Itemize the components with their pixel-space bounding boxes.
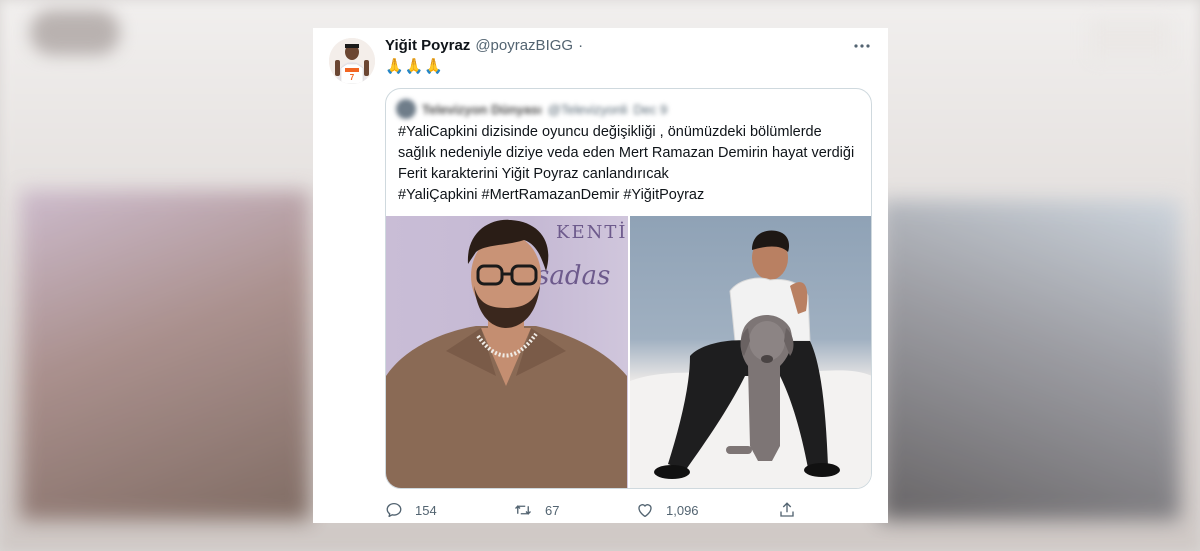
photo-right[interactable]	[629, 216, 871, 488]
more-horizontal-icon[interactable]	[852, 36, 872, 56]
quoted-author-name: Televizyon Dünyası	[422, 101, 542, 117]
reply-icon	[386, 502, 402, 518]
quoted-line-1: #YaliCapkini dizisinde oyuncu değişikliğ…	[398, 124, 822, 140]
tweet-text: 🙏🙏🙏	[385, 58, 445, 75]
reply-button[interactable]: 154	[385, 501, 437, 519]
retweet-icon	[515, 505, 531, 515]
action-bar: 154 67 1,096	[385, 500, 805, 520]
reply-count: 154	[415, 502, 437, 518]
retweet-button[interactable]: 67	[513, 501, 559, 519]
quoted-tweet-header: Televizyon Dünyası @Televizyonli Dec 9	[396, 99, 667, 119]
quoted-line-3: Ferit karakterini Yiğit Poyraz canlandır…	[398, 166, 669, 182]
like-button[interactable]: 1,096	[636, 501, 699, 519]
background-blur-left	[20, 190, 310, 520]
tweet-card[interactable]: 7 Yiğit Poyraz @poyrazBIGG · 🙏🙏🙏 Televiz…	[313, 28, 888, 523]
background-blur-top-right	[1090, 20, 1170, 60]
tweet-header: Yiğit Poyraz @poyrazBIGG ·	[385, 36, 583, 56]
quoted-avatar	[396, 99, 416, 119]
portrait-left-illustration	[386, 219, 627, 488]
background-blur-top-left	[30, 10, 120, 55]
display-name[interactable]: Yiğit Poyraz	[385, 36, 470, 56]
retweet-count: 67	[545, 502, 560, 518]
separator-dot: ·	[578, 37, 584, 54]
share-button[interactable]	[778, 501, 796, 519]
avatar-image: 7	[329, 38, 375, 84]
quoted-tweet-text: #YaliCapkini dizisinde oyuncu değişikliğ…	[398, 122, 863, 206]
quoted-tweet[interactable]: Televizyon Dünyası @Televizyonli Dec 9 #…	[385, 88, 872, 489]
portrait-right-illustration	[629, 230, 871, 488]
heart-icon	[638, 504, 652, 518]
quoted-media: KENTİ sadas	[386, 216, 871, 488]
share-icon	[780, 502, 794, 517]
quoted-line-2: sağlık nedeniyle diziye veda eden Mert R…	[398, 145, 855, 161]
svg-text:7: 7	[350, 73, 355, 82]
quoted-author-handle: @Televizyonli	[547, 101, 628, 117]
photo-left[interactable]: KENTİ sadas	[386, 216, 628, 488]
like-count: 1,096	[666, 502, 699, 518]
user-handle[interactable]: @poyrazBIGG	[475, 36, 573, 56]
background-blur-right	[880, 200, 1180, 520]
quoted-line-4: #YaliÇapkini #MertRamazanDemir #YiğitPoy…	[398, 187, 705, 203]
avatar[interactable]: 7	[329, 38, 375, 84]
quoted-date: Dec 9	[633, 101, 668, 117]
